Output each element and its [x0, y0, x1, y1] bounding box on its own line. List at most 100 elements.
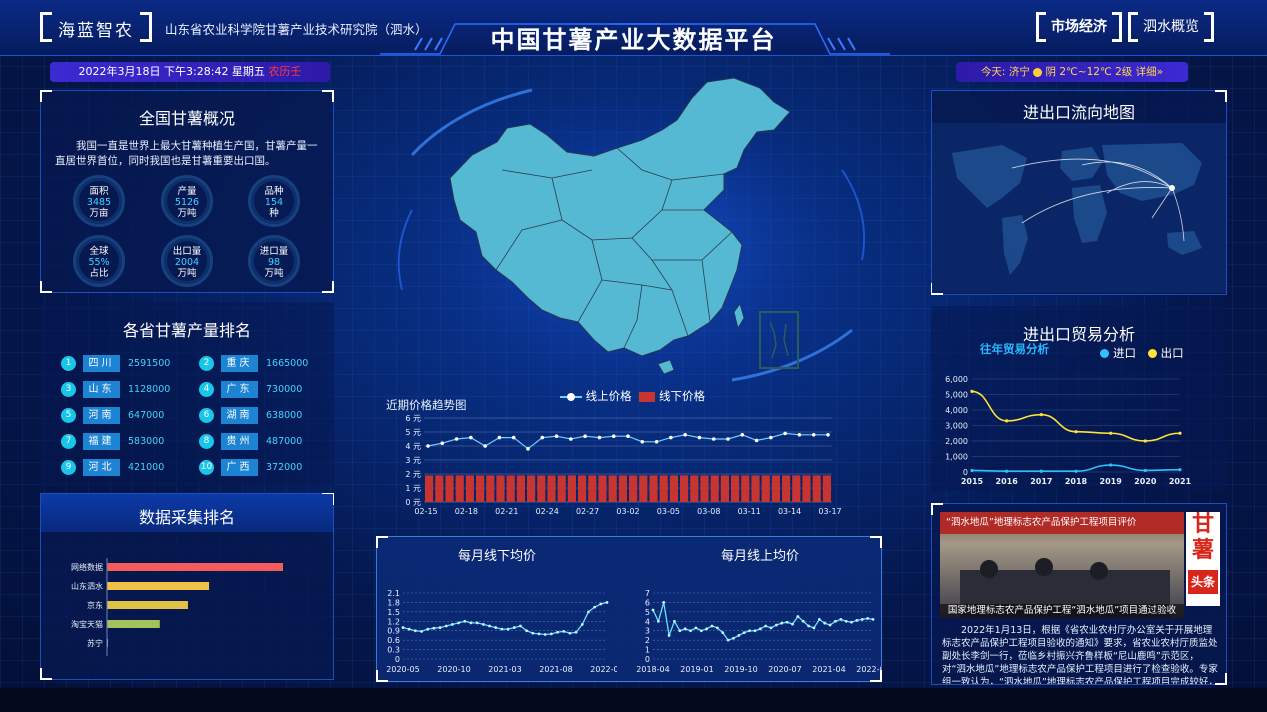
offline-price-bar: [741, 475, 750, 502]
lunar-date: 农历壬: [268, 65, 302, 78]
monthly-point: [593, 605, 597, 609]
monthly-point: [775, 623, 778, 627]
rank-value: 1665000: [266, 358, 309, 369]
monthly-ytick: 0: [645, 655, 650, 664]
import-point: [1005, 469, 1009, 473]
offline-price-bar: [659, 475, 668, 502]
offline-price-bar: [445, 475, 454, 502]
price-trend-panel: 近期价格趋势图 线上价格 线下价格 0 元1 元2 元3 元4 元5 元6 元0…: [380, 384, 850, 522]
monthly-point: [556, 630, 559, 634]
monthly-point: [737, 634, 741, 637]
monthly-ytick: 1.5: [387, 608, 400, 617]
news-caption: 国家地理标志农产品保护工程“泗水地瓜”项目通过验收: [940, 604, 1184, 618]
monthly-point: [715, 626, 719, 630]
offline-price-bar: [771, 475, 780, 502]
trade-ytick: 3,000: [945, 422, 968, 431]
news-panel[interactable]: “泗水地瓜”地理标志农产品保护工程项目评价 国家地理标志农产品保护工程“泗水地瓜…: [931, 503, 1227, 685]
monthly-ytick: 0: [395, 655, 400, 664]
monthly-ytick: 3: [645, 627, 650, 636]
monthly-point: [519, 624, 522, 628]
offline-price-bar: [700, 475, 709, 502]
offline-price-bar: [649, 475, 658, 502]
online-price-point: [811, 433, 816, 437]
ranking-row: 6 湖南 638000: [199, 407, 329, 425]
badge-char-top: 甘: [1191, 512, 1214, 537]
import-point: [1178, 468, 1182, 472]
trend-xtick: 02-15: [414, 507, 437, 516]
export-point: [1039, 413, 1043, 417]
weather-bar[interactable]: 今天: 济宁 阴 2℃~12℃ 2级 详细»: [956, 62, 1188, 82]
collection-label: 网络数据: [71, 562, 103, 572]
datetime-text: 2022年3月18日 下午3:28:42 星期五: [78, 65, 265, 78]
monthly-point: [844, 619, 848, 623]
nav-sishui-overview[interactable]: 泗水概览: [1128, 12, 1214, 42]
monthly-point: [742, 631, 746, 634]
monthly-point: [587, 610, 590, 614]
flow-map-panel: 进出口流向地图: [931, 90, 1227, 295]
stat-unit: 占比: [89, 268, 109, 279]
monthly-point: [817, 618, 821, 621]
monthly-point: [699, 629, 703, 633]
trend-xtick: 03-05: [657, 507, 680, 516]
rank-number: 1: [61, 356, 76, 371]
collection-bar: [107, 601, 188, 609]
offline-price-bar: [822, 475, 831, 502]
stat-label: 出口量: [172, 246, 202, 257]
monthly-point: [656, 619, 660, 623]
nav-market-label: 市场经济: [1051, 19, 1107, 35]
monthly-xtick: 2018-04: [636, 665, 669, 674]
offline-price-bar: [588, 475, 597, 502]
monthly-point: [689, 629, 692, 633]
monthly-ytick: 4: [645, 617, 650, 626]
stat-value: 2004: [174, 257, 200, 268]
offline-price-bar: [690, 475, 699, 502]
ranking-title: 各省甘薯产量排名: [122, 321, 251, 340]
trade-subtitle: 往年贸易分析: [980, 342, 1049, 356]
ranking-row: 7 福建 583000: [61, 433, 191, 451]
monthly-point: [438, 626, 442, 629]
trade-ytick: 6,000: [945, 375, 968, 384]
monthly-ytick: 2.1: [387, 589, 400, 598]
monthly-point: [463, 619, 467, 623]
monthly-ytick: 1.8: [387, 598, 400, 607]
trade-xtick: 2018: [1065, 477, 1088, 486]
online-price-point: [483, 444, 487, 448]
rank-number: 8: [199, 434, 214, 449]
rank-number: 3: [61, 382, 76, 397]
monthly-point: [834, 619, 837, 623]
monthly-point: [426, 627, 430, 631]
monthly-point: [580, 623, 584, 626]
monthly-point: [780, 621, 784, 625]
trade-xtick: 2021: [1169, 477, 1192, 486]
offline-price-bar: [782, 475, 791, 502]
ranking-row: 10 广西 372000: [199, 459, 329, 477]
monthly-line: [402, 601, 608, 636]
nav-bracket-left: [1036, 12, 1046, 42]
trade-xtick: 2016: [996, 477, 1019, 486]
offline-price-bar: [465, 475, 474, 502]
trend-ytick: 2 元: [405, 470, 421, 479]
offline-price-bar: [486, 475, 495, 502]
legend-offline-marker: [639, 391, 656, 402]
online-price-point: [554, 434, 559, 438]
legend-online-label: 线上价格: [585, 389, 632, 403]
rank-value: 583000: [128, 436, 165, 447]
monthly-point: [537, 632, 541, 636]
online-price-point: [640, 440, 645, 444]
monthly-point: [828, 623, 832, 627]
monthly-point: [807, 624, 811, 628]
import-point: [1074, 469, 1078, 473]
trade-ytick: 0: [963, 468, 968, 477]
offline-price-bar: [751, 475, 760, 502]
monthly-xtick: 2020-05: [386, 665, 419, 674]
monthly-point: [769, 626, 773, 630]
collection-bar: [107, 620, 160, 628]
nav-market-economy[interactable]: 市场经济: [1036, 12, 1122, 42]
collection-bar: [107, 582, 210, 590]
rank-number: 10: [199, 460, 214, 475]
monthly-point: [871, 618, 875, 621]
rank-number: 9: [61, 460, 76, 475]
stat-area: 面积 3485 万亩: [73, 175, 125, 227]
monthly-point: [764, 624, 768, 628]
monthly-point: [543, 633, 547, 636]
